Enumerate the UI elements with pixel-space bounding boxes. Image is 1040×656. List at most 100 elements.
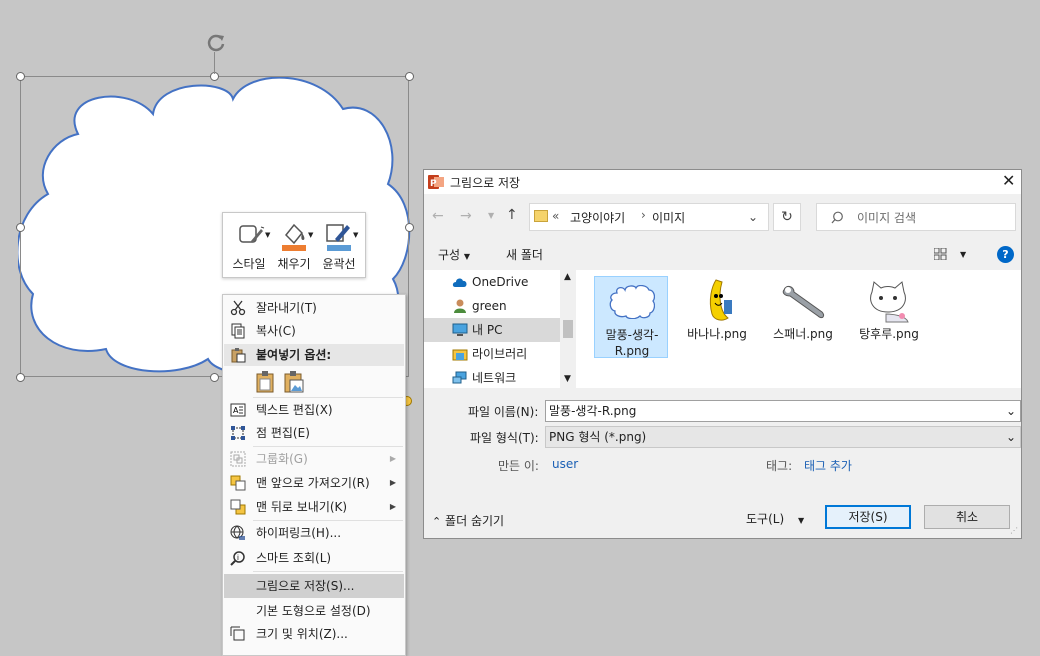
cloud-thumbnail-icon xyxy=(609,285,655,319)
new-folder-button[interactable]: 새 폴더 xyxy=(506,246,543,263)
view-dropdown-icon[interactable]: ▼ xyxy=(960,250,966,259)
help-icon[interactable]: ? xyxy=(997,246,1014,263)
file-item[interactable]: 말풍-생각-R.png xyxy=(594,276,668,358)
folder-icon xyxy=(534,210,548,222)
style-button[interactable]: ▼ 스타일 xyxy=(227,219,271,273)
author-value[interactable]: user xyxy=(552,457,578,471)
wrench-thumbnail-icon xyxy=(782,285,825,319)
file-item[interactable]: 탕후루.png xyxy=(852,276,926,356)
shape-style-icon xyxy=(239,225,265,243)
close-icon[interactable]: ✕ xyxy=(1002,171,1015,190)
menu-item-bring-to-front[interactable]: 맨 앞으로 가져오기(R) ▶ xyxy=(224,472,404,494)
dropdown-chevron-icon: ▼ xyxy=(308,231,314,239)
search-input[interactable]: 이미지 검색 xyxy=(857,209,916,226)
resize-handle-w[interactable] xyxy=(16,223,25,232)
submenu-arrow-icon: ▶ xyxy=(389,502,396,511)
menu-item-size-position[interactable]: 크기 및 위치(Z)... xyxy=(224,623,404,645)
breadcrumb-chevron-icon: › xyxy=(641,208,646,222)
scroll-up-icon[interactable]: ▲ xyxy=(564,272,571,282)
scroll-down-icon[interactable]: ▼ xyxy=(564,374,571,384)
menu-header-paste-options: 붙여넣기 옵션: xyxy=(224,344,404,366)
tags-value[interactable]: 태그 추가 xyxy=(804,457,852,474)
resize-handle-sw[interactable] xyxy=(16,373,25,382)
refresh-button[interactable]: ↻ xyxy=(773,203,801,231)
menu-item-edit-text[interactable]: A 텍스트 편집(X) xyxy=(224,399,404,421)
forward-arrow-icon[interactable]: → xyxy=(460,208,472,224)
address-dropdown-icon[interactable]: ⌄ xyxy=(748,210,758,224)
nav-item-network[interactable]: 네트워크 xyxy=(424,366,560,390)
chevron-down-icon[interactable]: ⌄ xyxy=(1006,427,1016,447)
file-item[interactable]: 스패너.png xyxy=(766,276,840,356)
cancel-button[interactable]: 취소 xyxy=(924,505,1010,529)
scroll-thumb[interactable] xyxy=(563,320,573,338)
rotate-handle-icon[interactable] xyxy=(205,32,227,54)
menu-item-copy[interactable]: 복사(C) xyxy=(224,320,404,342)
filename-value: 말풍-생각-R.png xyxy=(549,404,637,418)
up-arrow-icon[interactable]: ↑ xyxy=(506,207,518,223)
organize-button[interactable]: 구성 ▼ xyxy=(438,246,470,263)
mini-toolbar: ▼ 스타일 ▼ 채우기 ▼ 윤곽선 xyxy=(222,212,366,278)
menu-item-save-as-picture[interactable]: 그림으로 저장(S)... xyxy=(224,574,404,598)
menu-item-set-default-shape[interactable]: 기본 도형으로 설정(D) xyxy=(224,600,404,622)
chevron-down-icon[interactable]: ⌄ xyxy=(1006,401,1016,421)
filename-label: 파일 이름(N): xyxy=(468,405,539,419)
dropdown-chevron-icon: ▼ xyxy=(265,231,271,239)
paste-as-picture-icon[interactable] xyxy=(283,370,305,394)
paste-icon xyxy=(231,348,246,363)
nav-item-this-pc[interactable]: 내 PC xyxy=(424,318,560,342)
refresh-icon: ↻ xyxy=(781,209,793,225)
address-bar[interactable]: « 고양이야기 › 이미지 ⌄ xyxy=(529,203,769,231)
menu-item-hyperlink[interactable]: 하이퍼링크(H)... xyxy=(224,522,404,544)
dropdown-chevron-icon: ▼ xyxy=(353,231,359,239)
recent-dropdown-icon[interactable]: ▼ xyxy=(488,211,494,220)
filetype-select[interactable]: PNG 형식 (*.png) ⌄ xyxy=(545,426,1021,448)
tools-label: 도구(L) xyxy=(746,512,785,526)
context-menu: 잘라내기(T) 복사(C) 붙여넣기 옵션: A 텍스트 편집(X) 점 편집(… xyxy=(222,294,406,656)
file-item[interactable]: 바나나.png xyxy=(680,276,754,356)
filetype-label: 파일 형식(T): xyxy=(470,431,539,445)
banana-thumbnail-icon xyxy=(709,279,732,321)
dialog-title-bar: P 그림으로 저장 ✕ xyxy=(424,170,1021,194)
nav-scrollbar[interactable]: ▲ ▼ xyxy=(560,270,576,388)
fill-button[interactable]: ▼ 채우기 xyxy=(272,219,316,273)
menu-item-group[interactable]: 그룹화(G) ▶ xyxy=(224,448,404,470)
navigation-pane: OneDrive green 내 PC 라이브러리 네트워크 ▲ ▼ xyxy=(424,270,576,388)
nav-item-onedrive[interactable]: OneDrive xyxy=(424,270,560,294)
cat-thumbnail-icon xyxy=(870,281,909,323)
powerpoint-icon: P xyxy=(428,175,444,189)
menu-item-cut[interactable]: 잘라내기(T) xyxy=(224,297,404,319)
bring-front-icon xyxy=(230,475,246,491)
svg-text:A: A xyxy=(233,406,239,415)
resize-grip-icon[interactable]: ⋰ xyxy=(1010,526,1018,535)
chevron-down-icon: ▼ xyxy=(463,252,471,261)
menu-item-edit-points[interactable]: 점 편집(E) xyxy=(224,422,404,444)
tags-label: 태그: xyxy=(766,459,793,473)
size-position-icon xyxy=(230,626,245,641)
filetype-value: PNG 형식 (*.png) xyxy=(549,430,647,444)
outline-button[interactable]: ▼ 윤곽선 xyxy=(317,219,361,273)
resize-handle-ne[interactable] xyxy=(405,72,414,81)
hide-folders-button[interactable]: ⌃ 폴더 숨기기 xyxy=(432,512,504,529)
breadcrumb-folder[interactable]: 고양이야기 xyxy=(570,209,625,226)
back-arrow-icon[interactable]: ← xyxy=(432,208,444,224)
cloud-icon xyxy=(452,278,467,287)
nav-item-user[interactable]: green xyxy=(424,294,560,318)
nav-item-libraries[interactable]: 라이브러리 xyxy=(424,342,560,366)
filename-input[interactable]: 말풍-생각-R.png ⌄ xyxy=(545,400,1021,422)
resize-handle-e[interactable] xyxy=(405,223,414,232)
computer-icon xyxy=(452,323,468,336)
resize-handle-nw[interactable] xyxy=(16,72,25,81)
search-box[interactable]: 이미지 검색 xyxy=(816,203,1016,231)
save-button[interactable]: 저장(S) xyxy=(825,505,911,529)
breadcrumb-folder[interactable]: 이미지 xyxy=(652,209,685,226)
menu-item-send-to-back[interactable]: 맨 뒤로 보내기(K) ▶ xyxy=(224,496,404,518)
user-icon xyxy=(454,299,466,313)
resize-handle-s[interactable] xyxy=(210,373,219,382)
library-icon xyxy=(452,349,468,361)
view-options-icon[interactable] xyxy=(934,248,948,260)
tools-button[interactable]: 도구(L) ▼ xyxy=(746,510,804,527)
submenu-arrow-icon: ▶ xyxy=(389,454,396,463)
smart-lookup-icon: i xyxy=(230,551,245,566)
menu-item-smart-lookup[interactable]: i 스마트 조회(L) xyxy=(224,547,404,569)
paste-keep-format-icon[interactable] xyxy=(255,370,277,394)
